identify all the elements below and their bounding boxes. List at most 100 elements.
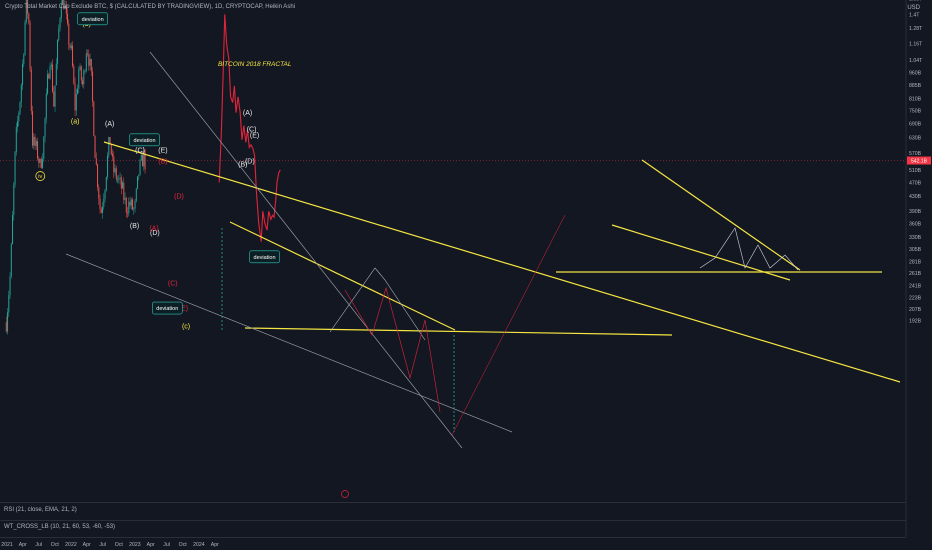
candle-body [43,136,45,160]
candle-body [122,182,124,189]
candle-body [19,102,21,114]
candle-body [77,88,79,94]
candle-body [68,23,70,45]
price-chart[interactable]: 1.9T1.7T1.55T1.4T1.28T1.16T1.04T960B885B… [0,0,932,550]
y-tick-label: 281B [909,260,922,266]
candle-body [70,45,72,49]
candle-body [55,63,57,86]
candle-body [105,176,107,191]
candle-body [29,22,31,70]
candle-body [117,178,119,180]
candle-body [83,70,85,85]
candle-body [114,168,116,173]
candle-body [47,74,49,94]
candle-body [9,276,11,296]
candle-body [124,198,126,200]
chart-area[interactable]: 1.9T1.7T1.55T1.4T1.28T1.16T1.04T960B885B… [0,0,932,550]
gray-upper-channel [149,51,463,449]
candle-body [13,184,15,216]
candle-body [14,151,16,185]
projection-arrow [451,214,566,436]
candle-body [58,28,60,41]
candle-body [79,66,81,70]
y-tick-label: 305B [909,247,922,253]
time-axis-separator [0,537,906,538]
candle-body [103,198,105,207]
candle-body [49,66,51,79]
candle-body [5,321,7,332]
candle-body [54,85,56,107]
candle-body [53,91,55,107]
pane-separator[interactable] [0,502,906,503]
candle-body [95,158,97,165]
candle-body [50,64,52,67]
candle-body [30,69,32,112]
y-tick-label: 630B [909,135,922,141]
candle-body [34,136,36,146]
wave-label: (D) [245,159,255,166]
x-tick-label: Oct [51,542,60,548]
wave-label: (E) [158,148,167,155]
candle-body [92,71,94,102]
candle-body [134,200,136,209]
y-tick-label: 570B [909,151,922,157]
candle-body [38,158,40,163]
candle-body [119,177,121,179]
y-tick-label: 1.28T [909,26,923,32]
candle-body [98,187,100,199]
pane-separator[interactable] [0,520,906,521]
y-tick-label: 690B [909,121,922,127]
wt-cross-indicator-label[interactable]: WT_CROSS_LB (10, 21, 60, 53, -60, -53) [4,524,115,530]
deviation-note: deviation [156,306,178,312]
y-tick-label: 360B [909,222,922,228]
x-tick-label: Oct [115,542,124,548]
candle-body [39,158,41,163]
candle-body [20,84,22,103]
candle-body [23,54,25,64]
y-tick-label: 1.04T [909,58,923,64]
candle-body [102,206,104,213]
x-tick-label: Apr [19,542,27,548]
candle-body [52,64,54,92]
y-tick-label: 261B [909,271,922,277]
candle-body [73,66,75,84]
candle-body [108,137,110,156]
flash-icon [341,490,349,498]
deviation-note: deviation [134,138,156,144]
wave-label: (A) [243,110,252,117]
y-tick-label: 1.4T [909,12,920,18]
candle-body [22,63,24,85]
candle-body [100,209,102,213]
y-tick-label: 430B [909,194,922,200]
x-tick-label: 2021 [1,542,13,548]
candle-body [44,118,46,137]
y-tick-label: 885B [909,83,922,89]
candle-body [90,58,92,72]
wave-label: (C) [135,148,145,155]
wave-label: (A) [105,121,114,128]
currency-label: USD [907,5,920,11]
candle-body [142,154,144,167]
candle-body [10,243,12,277]
candle-body [139,159,141,175]
wave-label: (B) [158,159,167,166]
candle-body [12,215,14,244]
candle-body [128,201,130,214]
candle-body [107,155,109,177]
deviation-note: deviation [254,255,276,261]
candle-body [112,154,114,157]
y-tick-label: 960B [909,70,922,76]
candle-body [133,208,135,210]
candle-body [120,177,122,189]
yellow-trendline [103,141,901,383]
gray-lower-channel [65,253,513,433]
candle-body [72,45,74,67]
wave-label: (A) [149,225,158,232]
y-tick-label: 241B [909,283,922,289]
candle-body [75,93,77,111]
rsi-indicator-label[interactable]: RSI (21, close, EMA, 21, 2) [4,507,77,513]
candle-body [69,44,71,49]
candle-body [40,158,42,168]
candle-body [115,168,117,180]
wave-label: (C) [168,280,178,287]
